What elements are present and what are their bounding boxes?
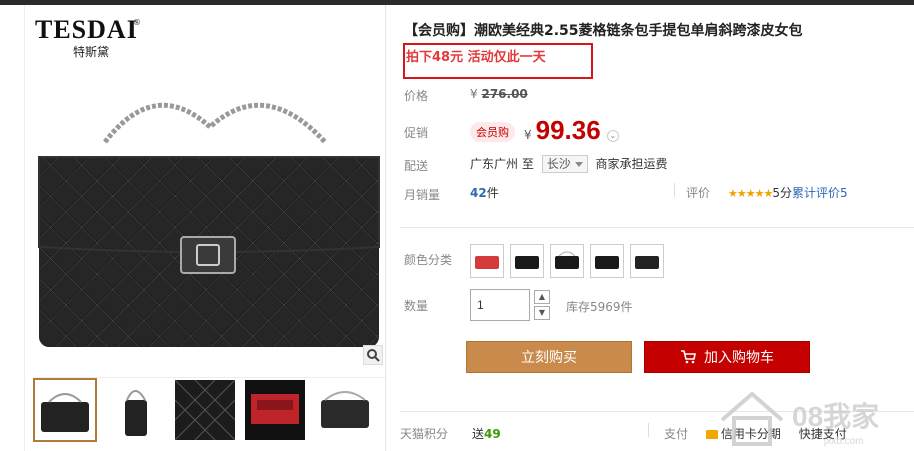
points-prefix: 送 xyxy=(472,427,485,441)
color-swatch-red[interactable] xyxy=(470,244,504,278)
destination-city-select[interactable]: 长沙 xyxy=(541,155,588,173)
color-swatch-black-4[interactable] xyxy=(630,244,664,278)
payment-label: 支付 xyxy=(664,427,689,441)
color-swatch-black-3[interactable] xyxy=(590,244,624,278)
quantity-label: 数量 xyxy=(404,299,429,313)
shipping-label: 配送 xyxy=(404,159,429,173)
monthly-sales-unit: 件 xyxy=(486,186,499,200)
watermark-text: 08我家 xyxy=(792,400,879,432)
stock-count: 库存5969件 xyxy=(566,300,633,314)
promo-label: 促销 xyxy=(404,126,429,140)
thumbnail-4[interactable] xyxy=(245,380,305,440)
review-count-link[interactable]: 累计评价5 xyxy=(792,186,848,200)
divider xyxy=(674,183,675,197)
watermark-sub: jxxb.com xyxy=(823,436,863,447)
color-label: 颜色分类 xyxy=(404,253,453,267)
zoom-icon[interactable] xyxy=(363,345,383,365)
brand-logo[interactable]: TESDAI ® 特斯黛 xyxy=(35,15,145,65)
add-to-cart-button[interactable]: 加入购物车 xyxy=(644,341,810,373)
site-watermark: 08我家 jxxb.com xyxy=(720,391,879,447)
thumbnail-1[interactable] xyxy=(33,378,97,442)
brand-logo-text: TESDAI xyxy=(35,15,138,44)
points-number: 49 xyxy=(484,427,501,441)
currency-symbol: ¥ xyxy=(524,128,532,142)
monthly-sales: 42件 xyxy=(470,184,499,201)
tmall-points: 天猫积分 送49 xyxy=(400,425,501,442)
product-gallery: TESDAI ® 特斯黛 xyxy=(24,5,387,451)
main-product-image[interactable] xyxy=(35,87,383,349)
shipping-from: 广东广州 xyxy=(470,157,519,171)
chevron-down-icon[interactable]: ⌄ xyxy=(606,129,619,142)
shipping-to-word: 至 xyxy=(521,157,534,171)
divider xyxy=(648,423,649,437)
add-to-cart-label: 加入购物车 xyxy=(704,350,774,366)
registered-mark: ® xyxy=(133,18,141,27)
price-label: 价格 xyxy=(404,89,429,103)
quantity-decrease-button[interactable]: ▼ xyxy=(534,306,550,320)
promo-text: 拍下48元 活动仅此一天 xyxy=(406,50,546,65)
thumbnail-3[interactable] xyxy=(175,380,235,440)
rating-score: 5分 xyxy=(772,186,792,200)
quantity-increase-button[interactable]: ▲ xyxy=(534,290,550,304)
thumbnail-5[interactable] xyxy=(315,380,375,440)
product-title: 【会员购】潮欧美经典2.55菱格链条包手提包单肩斜跨漆皮女包 xyxy=(404,23,803,39)
cart-icon xyxy=(681,350,696,364)
points-label: 天猫积分 xyxy=(400,427,449,441)
original-price-value: 276.00 xyxy=(481,87,528,101)
divider xyxy=(400,227,914,228)
thumbnail-strip xyxy=(31,377,387,442)
current-price-value: 99.36 xyxy=(535,115,601,145)
original-price: ¥ 276.00 xyxy=(470,87,528,101)
color-swatch-black-1[interactable] xyxy=(510,244,544,278)
destination-city-value: 长沙 xyxy=(546,157,571,171)
member-badge: 会员购 xyxy=(470,122,515,142)
star-rating-icon: ★★★★★ xyxy=(728,187,773,200)
current-price: ¥99.36 ⌄ xyxy=(524,115,619,146)
rating-label: 评价 xyxy=(686,186,711,200)
shipping-note: 商家承担运费 xyxy=(595,157,668,171)
buy-now-label: 立刻购买 xyxy=(521,350,577,366)
thumbnail-2[interactable] xyxy=(105,380,165,440)
quantity-input[interactable] xyxy=(470,289,530,321)
brand-logo-sub: 特斯黛 xyxy=(73,45,110,59)
monthly-sales-label: 月销量 xyxy=(404,188,441,202)
points-value: 送49 xyxy=(472,427,501,441)
shipping-info: 广东广州 至 长沙 商家承担运费 xyxy=(470,155,668,173)
buy-now-button[interactable]: 立刻购买 xyxy=(466,341,632,373)
dropdown-arrow-icon xyxy=(574,162,583,167)
color-swatch-black-2[interactable] xyxy=(550,244,584,278)
currency-symbol: ¥ xyxy=(470,87,478,101)
rating: ★★★★★5分累计评价5 xyxy=(728,184,848,201)
monthly-sales-count: 42 xyxy=(470,186,487,200)
